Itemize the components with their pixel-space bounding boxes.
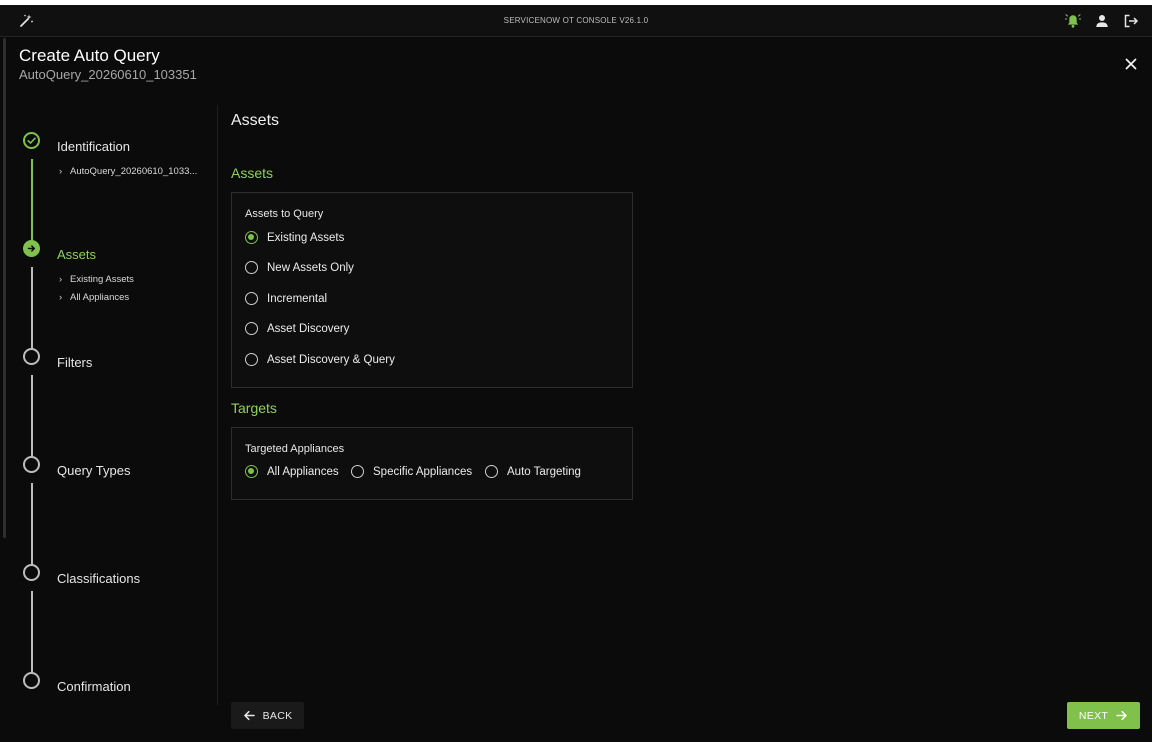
step-summary-item[interactable]: › All Appliances [59,292,129,303]
step-connector [31,159,33,249]
radio-unselected-icon [245,353,258,366]
chevron-right-icon: › [59,274,63,285]
radio-asset-discovery-query[interactable]: Asset Discovery & Query [245,353,395,366]
step-filters[interactable]: Filters [57,355,92,370]
step-connector [31,483,33,573]
next-button[interactable]: NEXT [1067,702,1140,729]
radio-unselected-icon [485,465,498,478]
step-pending-icon [23,672,40,689]
radio-specific-appliances[interactable]: Specific Appliances [351,465,472,478]
step-pending-icon [23,348,40,365]
radio-existing-assets[interactable]: Existing Assets [245,231,344,244]
radio-new-assets-only[interactable]: New Assets Only [245,261,354,274]
step-confirmation[interactable]: Confirmation [57,679,131,694]
step-connector [31,267,33,357]
content-title: Assets [231,112,280,129]
targets-section-title: Targets [231,400,277,416]
step-summary-item[interactable]: › Existing Assets [59,274,134,285]
step-active-icon [23,240,40,257]
back-button[interactable]: BACK [231,702,304,729]
radio-incremental[interactable]: Incremental [245,292,327,305]
radio-all-appliances[interactable]: All Appliances [245,465,339,478]
assets-to-query-label: Assets to Query [245,208,324,220]
targeted-appliances-card: Targeted Appliances All Appliances Speci… [231,427,633,500]
assets-section-title: Assets [231,165,274,181]
step-pending-icon [23,564,40,581]
step-summary-item[interactable]: › AutoQuery_20260610_1033... [59,166,197,177]
step-pending-icon [23,456,40,473]
logout-icon[interactable] [1123,13,1139,29]
chevron-right-icon: › [59,166,63,177]
step-identification[interactable]: Identification [57,139,130,154]
step-complete-icon [23,132,40,149]
wizard-stepper: Identification › AutoQuery_20260610_1033.… [0,105,218,705]
radio-unselected-icon [245,261,258,274]
radio-selected-icon [245,231,258,244]
page-title: Create Auto Query [19,46,160,65]
radio-asset-discovery[interactable]: Asset Discovery [245,322,349,335]
step-assets[interactable]: Assets [57,247,96,262]
radio-unselected-icon [351,465,364,478]
targeted-appliances-label: Targeted Appliances [245,443,345,455]
step-connector [31,375,33,465]
step-classifications[interactable]: Classifications [57,571,140,586]
user-icon[interactable] [1094,13,1110,29]
step-connector [31,591,33,681]
radio-auto-targeting[interactable]: Auto Targeting [485,465,581,478]
arrow-right-icon [1116,710,1128,721]
app-title: SERVICENOW OT CONSOLE V26.1.0 [503,16,649,25]
step-query-types[interactable]: Query Types [57,463,130,478]
app-window: SERVICENOW OT CONSOLE V26.1.0 Create Aut… [0,5,1152,742]
close-icon[interactable] [1124,57,1138,71]
radio-selected-icon [245,465,258,478]
assets-to-query-card: Assets to Query Existing Assets New Asse… [231,192,633,388]
radio-unselected-icon [245,292,258,305]
chevron-right-icon: › [59,292,63,303]
radio-unselected-icon [245,322,258,335]
top-bar: SERVICENOW OT CONSOLE V26.1.0 [0,5,1152,37]
page-subtitle: AutoQuery_20260610_103351 [19,67,197,82]
alarm-bell-icon[interactable] [1065,13,1081,29]
arrow-left-icon [243,710,255,721]
